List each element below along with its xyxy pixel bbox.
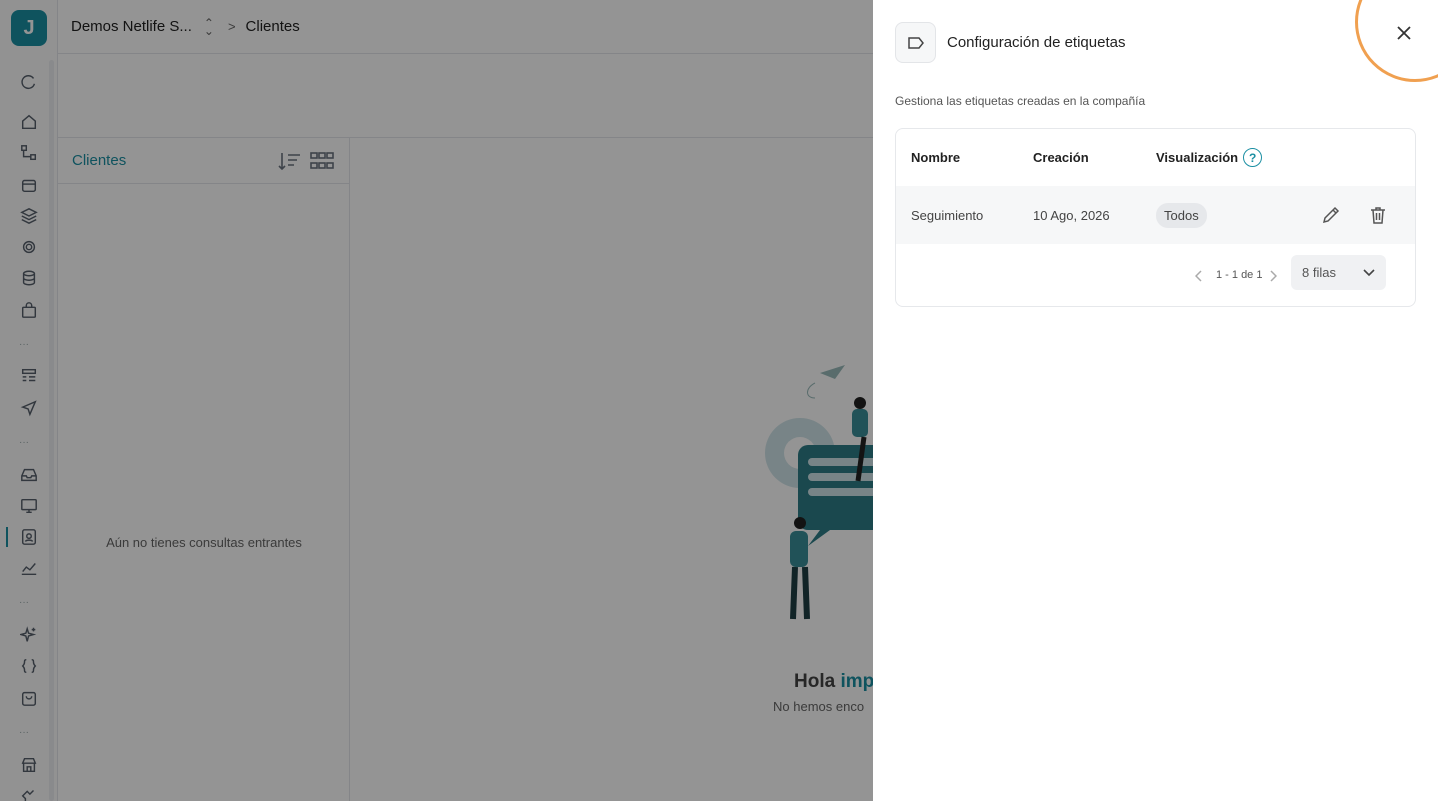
drawer-description: Gestiona las etiquetas creadas en la com… — [895, 94, 1146, 108]
column-header-name[interactable]: Nombre — [911, 150, 960, 165]
pagination-range: 1 - 1 de 1 — [1216, 269, 1263, 281]
column-header-created[interactable]: Creación — [1033, 150, 1089, 165]
chevron-left-icon[interactable] — [1193, 269, 1205, 283]
tag-visibility-cell: Todos — [1156, 202, 1207, 228]
rows-per-page-select[interactable]: 8 filas — [1291, 255, 1386, 290]
drawer-header: Configuración de etiquetas — [895, 22, 1125, 63]
table-header-row: Nombre Creación Visualización ? — [896, 129, 1415, 186]
close-button[interactable] — [1391, 20, 1417, 46]
tag-icon — [895, 22, 936, 63]
visibility-badge: Todos — [1156, 202, 1207, 228]
modal-backdrop[interactable] — [0, 0, 873, 801]
pagination: 1 - 1 de 1 8 filas — [896, 244, 1415, 306]
tags-config-drawer: Configuración de etiquetas Gestiona las … — [873, 0, 1438, 801]
chevron-down-icon — [1363, 268, 1375, 277]
tag-created-cell: 10 Ago, 2026 — [1033, 207, 1110, 223]
tag-name-cell: Seguimiento — [911, 207, 984, 223]
pencil-icon — [1322, 206, 1340, 224]
delete-button[interactable] — [1366, 203, 1390, 227]
rows-per-page-value: 8 filas — [1302, 265, 1336, 280]
column-header-visibility: Visualización ? — [1156, 148, 1263, 167]
close-icon — [1397, 26, 1411, 40]
drawer-title: Configuración de etiquetas — [947, 34, 1126, 51]
edit-button[interactable] — [1319, 203, 1343, 227]
tags-table: Nombre Creación Visualización ? Seguimie… — [895, 128, 1416, 307]
trash-icon — [1371, 207, 1385, 224]
help-icon[interactable]: ? — [1243, 148, 1263, 167]
column-header-visibility-label: Visualización — [1156, 150, 1239, 165]
chevron-right-icon[interactable] — [1267, 269, 1279, 283]
table-row[interactable]: Seguimiento 10 Ago, 2026 Todos — [896, 186, 1415, 244]
